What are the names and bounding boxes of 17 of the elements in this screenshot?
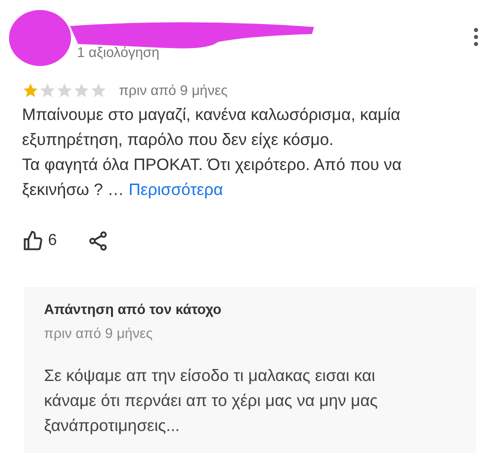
share-icon[interactable]	[86, 230, 109, 252]
more-link[interactable]: Περισσότερα	[128, 181, 224, 199]
star-icon	[22, 82, 39, 99]
review-count: 1 αξιολόγηση	[77, 44, 160, 60]
reply-text: Σε κόψαμε απ την είσοδο τι μαλακας εισαι και κάναμε ότι περνάει απ το χέρι μας να μην μας ξανάπροτιμησεις...	[44, 366, 379, 437]
star-icon	[73, 82, 90, 99]
review-text: Μπαίνουμε στο μαγαζί, κανένα καλωσόρισμα, καμία εξυπηρέτηση, παρόλο που δεν είχε κόσμο.	[22, 105, 402, 151]
review-text: Τα φαγητά όλα ΠΡΟΚΑΤ. Ότι χειρότερο. Από που να ξεκινήσω ? … Περισσότερα	[22, 155, 403, 201]
more-options-icon[interactable]	[474, 28, 478, 46]
reply-title: Απάντηση από τον κάτοχο	[44, 300, 222, 319]
review-time: πριν από 9 μήνες	[119, 81, 228, 100]
thumbs-up-icon	[22, 230, 44, 252]
like-button[interactable]: 6	[22, 229, 57, 253]
star-icon	[90, 82, 107, 99]
reply-time: πριν από 9 μήνες	[44, 324, 154, 343]
star-icon	[56, 82, 73, 99]
star-icon	[39, 82, 56, 99]
